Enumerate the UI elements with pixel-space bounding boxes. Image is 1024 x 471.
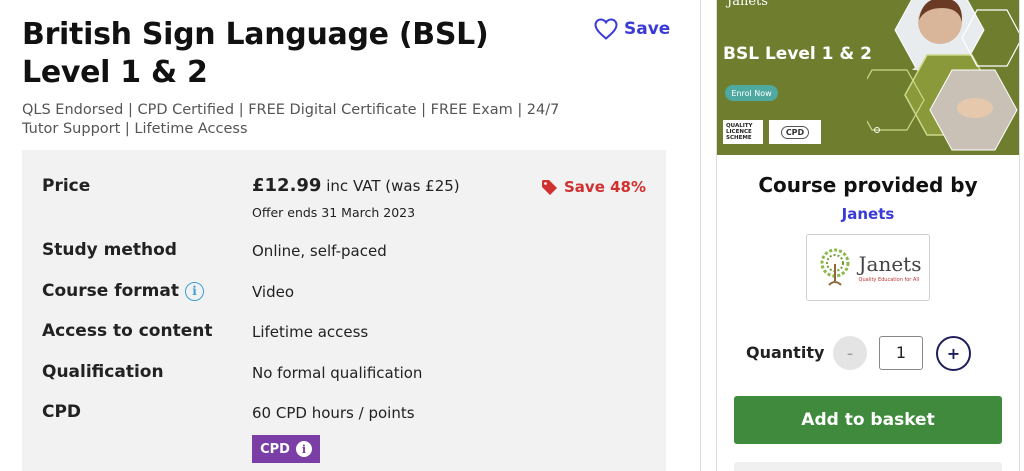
- provided-by-heading: Course provided by: [758, 173, 978, 197]
- course-title: British Sign Language (BSL) Level 1 & 2: [22, 17, 489, 90]
- cpd-badge-label: CPD: [260, 441, 290, 457]
- logo-wordmark: Janets: [858, 252, 922, 276]
- study-method-value: Online, self-paced: [252, 242, 387, 260]
- provider-logo[interactable]: Janets Quality Education for All: [806, 234, 930, 301]
- quantity-decrease-button[interactable]: -: [833, 336, 867, 370]
- quantity-input[interactable]: 1: [879, 336, 923, 370]
- heart-icon: [594, 18, 618, 40]
- save-percent-text: Save 48%: [563, 178, 646, 196]
- enrol-now-pill: Enrol Now: [725, 85, 778, 101]
- qualification-label: Qualification: [42, 362, 164, 382]
- logo-tagline: Quality Education for All: [858, 277, 920, 283]
- save-percent-badge: Save 48%: [541, 178, 646, 196]
- qualification-value: No formal qualification: [252, 364, 423, 382]
- tag-icon: [541, 179, 557, 195]
- quantity-increase-button[interactable]: +: [936, 336, 971, 371]
- cpd-value: 60 CPD hours / points: [252, 404, 415, 422]
- course-banner-image[interactable]: Janets BSL Level 1 & 2 Enrol Now QUALITY…: [717, 0, 1019, 155]
- cpd-logo-badge: CPD: [769, 120, 821, 144]
- cpd-info-badge[interactable]: CPD i: [252, 435, 320, 463]
- access-value: Lifetime access: [252, 323, 369, 341]
- course-subtitle: QLS Endorsed | CPD Certified | FREE Digi…: [22, 102, 560, 137]
- offer-ends: Offer ends 31 March 2023: [252, 205, 416, 220]
- price-value: £12.99 inc VAT (was £25): [252, 175, 460, 196]
- cpd-label: CPD: [42, 402, 82, 422]
- qls-badge: QUALITY LICENCE SCHEME: [723, 120, 763, 144]
- price-amount: £12.99: [252, 175, 322, 196]
- secondary-action-area: [734, 462, 1002, 471]
- price-label: Price: [42, 176, 91, 196]
- info-icon: i: [295, 441, 312, 457]
- column-divider: [700, 0, 701, 471]
- course-format-label: Course format: [42, 281, 179, 301]
- save-course-button[interactable]: Save: [594, 18, 670, 40]
- save-label: Save: [624, 19, 671, 39]
- info-icon[interactable]: i: [184, 281, 204, 301]
- banner-brand: Janets: [727, 0, 768, 9]
- course-details-panel: Price £12.99 inc VAT (was £25) Offer end…: [22, 150, 666, 471]
- course-format-value: Video: [252, 283, 295, 301]
- quantity-label: Quantity: [746, 343, 825, 362]
- purchase-sidebar: Janets BSL Level 1 & 2 Enrol Now QUALITY…: [716, 0, 1020, 471]
- course-format-label-row: Course format i: [42, 281, 204, 301]
- access-label: Access to content: [42, 321, 213, 341]
- banner-photo-collage: [867, 0, 1019, 151]
- provider-link[interactable]: Janets: [717, 205, 1019, 223]
- study-method-label: Study method: [42, 240, 177, 260]
- price-suffix: inc VAT (was £25): [326, 177, 460, 195]
- banner-title: BSL Level 1 & 2: [723, 44, 872, 64]
- tree-icon: [820, 248, 850, 286]
- add-to-basket-button[interactable]: Add to basket: [734, 396, 1002, 444]
